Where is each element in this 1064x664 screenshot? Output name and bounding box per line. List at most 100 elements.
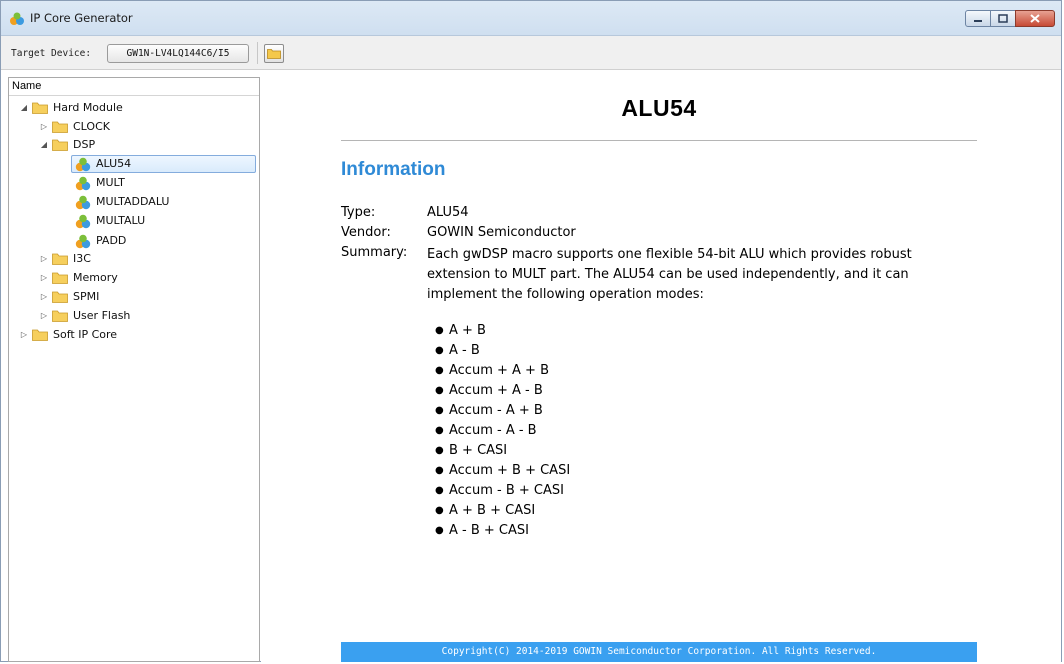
list-item: ● Accum - B + CASI xyxy=(429,481,570,501)
folder-icon xyxy=(52,253,68,265)
expanded-arrow-icon[interactable]: ◢ xyxy=(19,99,29,117)
maximize-icon xyxy=(998,14,1008,23)
tree-node-dsp[interactable]: ◢ DSP xyxy=(39,136,95,154)
list-item: ● Accum + A - B xyxy=(429,381,570,401)
folder-open-icon xyxy=(32,102,48,114)
bullet-icon: ● xyxy=(435,485,444,496)
folder-icon xyxy=(52,121,68,133)
mode-text: Accum + A + B xyxy=(449,363,549,378)
tree-node-spmi[interactable]: ▷ SPMI xyxy=(39,288,99,306)
tree-node-multaddalu[interactable]: MULTADDALU xyxy=(75,193,169,211)
vendor-key: Vendor: xyxy=(341,225,391,240)
information-heading: Information xyxy=(341,159,446,180)
open-folder-icon xyxy=(267,49,281,59)
folder-icon xyxy=(52,291,68,303)
folder-icon xyxy=(52,272,68,284)
collapsed-arrow-icon[interactable]: ▷ xyxy=(39,288,49,306)
list-item: ● Accum - A - B xyxy=(429,421,570,441)
mode-text: B + CASI xyxy=(449,443,508,458)
folder-icon xyxy=(52,310,68,322)
info-row-summary: Summary: Each gwDSP macro supports one f… xyxy=(341,245,967,305)
expanded-arrow-icon[interactable]: ◢ xyxy=(39,136,49,154)
mode-text: A - B + CASI xyxy=(449,523,529,538)
mode-text: Accum + A - B xyxy=(449,383,543,398)
tree-node-mult[interactable]: MULT xyxy=(75,174,125,192)
info-table: Type: ALU54 Vendor: GOWIN Semiconductor … xyxy=(341,205,967,309)
folder-icon xyxy=(32,329,48,341)
tree-node-i3c[interactable]: ▷ I3C xyxy=(39,250,91,268)
list-item: ● Accum + B + CASI xyxy=(429,461,570,481)
tree-node-user-flash[interactable]: ▷ User Flash xyxy=(39,307,130,325)
tree-node-label: Hard Module xyxy=(53,101,123,114)
collapsed-arrow-icon[interactable]: ▷ xyxy=(39,250,49,268)
tree-node-hard-module[interactable]: ◢ Hard Module xyxy=(19,99,123,117)
ip-core-icon xyxy=(75,157,91,171)
mode-text: Accum - A - B xyxy=(449,423,537,438)
target-device-button[interactable]: GW1N-LV4LQ144C6/I5 xyxy=(107,44,249,63)
ip-core-app-icon xyxy=(10,12,24,25)
tree-column-header[interactable]: Name xyxy=(9,78,259,96)
tree-node-label: SPMI xyxy=(73,290,100,303)
tree-node-padd[interactable]: PADD xyxy=(75,232,126,250)
tree-node-memory[interactable]: ▷ Memory xyxy=(39,269,118,287)
ip-core-icon xyxy=(75,195,91,209)
mode-text: Accum + B + CASI xyxy=(449,463,571,478)
tree-node-label: I3C xyxy=(73,252,91,265)
folder-open-icon xyxy=(52,139,68,151)
title-divider xyxy=(341,140,977,141)
close-icon xyxy=(1030,14,1040,23)
minimize-icon xyxy=(974,19,982,22)
mode-text: A + B xyxy=(449,323,486,338)
summary-value: Each gwDSP macro supports one flexible 5… xyxy=(427,247,912,302)
bullet-icon: ● xyxy=(435,405,444,416)
app-window: IP Core Generator Target Device: GW1N-LV… xyxy=(0,0,1062,662)
list-item: ● Accum + A + B xyxy=(429,361,570,381)
mode-text: A - B xyxy=(449,343,480,358)
mode-text: Accum - B + CASI xyxy=(449,483,564,498)
tree-node-label: Soft IP Core xyxy=(53,328,118,341)
tree-node-label: MULTADDALU xyxy=(96,195,170,208)
toolbar-divider xyxy=(257,42,258,64)
list-item: ● A - B xyxy=(429,341,570,361)
collapsed-arrow-icon[interactable]: ▷ xyxy=(19,326,29,344)
ip-title: ALU54 xyxy=(621,95,697,121)
list-item: ● Accum - A + B xyxy=(429,401,570,421)
list-item: ● A + B + CASI xyxy=(429,501,570,521)
bullet-icon: ● xyxy=(435,505,444,516)
tree-node-label: CLOCK xyxy=(73,120,110,133)
vendor-value: GOWIN Semiconductor xyxy=(427,225,576,240)
bullet-icon: ● xyxy=(435,425,444,436)
collapsed-arrow-icon[interactable]: ▷ xyxy=(39,269,49,287)
close-button[interactable] xyxy=(1015,10,1055,27)
tree-node-label: DSP xyxy=(73,138,96,151)
collapsed-arrow-icon[interactable]: ▷ xyxy=(39,118,49,136)
collapsed-arrow-icon[interactable]: ▷ xyxy=(39,307,49,325)
list-item: ● A + B xyxy=(429,321,570,341)
target-device-label: Target Device: xyxy=(11,48,92,59)
bullet-icon: ● xyxy=(435,325,444,336)
info-row-type: Type: ALU54 xyxy=(341,205,967,221)
maximize-button[interactable] xyxy=(990,10,1016,27)
ip-core-icon xyxy=(75,214,91,228)
tree-node-clock[interactable]: ▷ CLOCK xyxy=(39,118,110,136)
tree-node-soft-ip-core[interactable]: ▷ Soft IP Core xyxy=(19,326,117,344)
bullet-icon: ● xyxy=(435,365,444,376)
tree-node-label: PADD xyxy=(96,234,127,247)
tree-node-label: Memory xyxy=(73,271,118,284)
minimize-button[interactable] xyxy=(965,10,991,27)
bullet-icon: ● xyxy=(435,445,444,456)
ip-info-panel: ALU54 Information Type: ALU54 Vendor: GO… xyxy=(261,77,1061,662)
title-bar: IP Core Generator xyxy=(1,1,1061,36)
bullet-icon: ● xyxy=(435,345,444,356)
tree-node-multalu[interactable]: MULTALU xyxy=(75,212,145,230)
window-title: IP Core Generator xyxy=(30,11,133,25)
ip-core-icon xyxy=(75,176,91,190)
tree-node-alu54[interactable]: ALU54 xyxy=(71,155,256,173)
bullet-icon: ● xyxy=(435,385,444,396)
mode-text: A + B + CASI xyxy=(449,503,536,518)
type-key: Type: xyxy=(341,205,376,220)
ip-tree-panel: Name ◢ Hard Module ▷ CLOCK ◢ DSP ALU54 M… xyxy=(8,77,260,662)
open-folder-button[interactable] xyxy=(264,44,284,63)
list-item: ● A - B + CASI xyxy=(429,521,570,541)
summary-key: Summary: xyxy=(341,245,408,260)
